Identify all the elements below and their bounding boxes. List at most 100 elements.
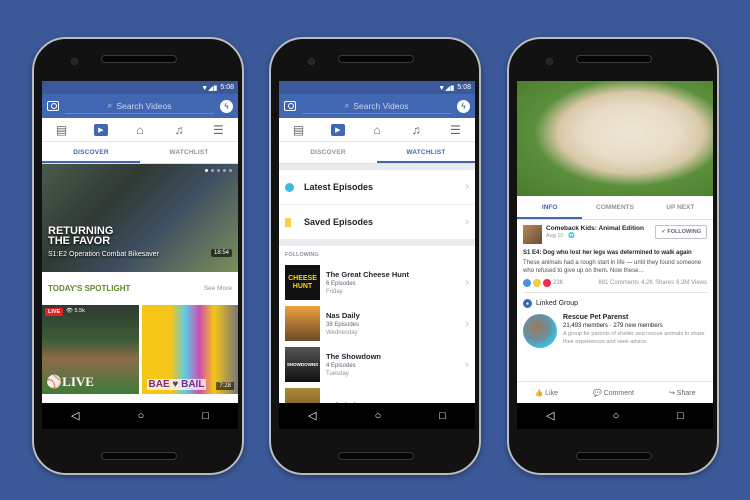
menu-icon[interactable]: ☰ xyxy=(211,123,225,137)
following-button[interactable]: ✓ FOLLOWING xyxy=(655,225,707,239)
show-art xyxy=(285,306,320,341)
marketplace-icon[interactable]: ⌂ xyxy=(133,123,147,137)
list-item[interactable]: CHEESE HUNT The Great Cheese Hunt 6 Episo… xyxy=(279,262,475,303)
tab-watchlist[interactable]: WATCHLIST xyxy=(140,142,238,163)
messenger-icon[interactable]: ϟ xyxy=(220,99,233,113)
recents-icon[interactable]: □ xyxy=(202,410,209,422)
phone-watchlist: ▼◢▮ 5:08 ⌕ Search Videos ϟ ▤ ▶ ⌂ ♫ ☰ DISCO… xyxy=(269,37,481,475)
feed-icon[interactable]: ▤ xyxy=(55,123,69,137)
page-name[interactable]: Comeback Kids: Animal Edition xyxy=(546,225,644,232)
tab-discover[interactable]: DISCOVER xyxy=(42,142,140,163)
back-icon[interactable]: ◁ xyxy=(308,410,316,422)
duration: 18:54 xyxy=(210,249,232,257)
camera-icon[interactable] xyxy=(284,101,296,111)
love-reaction-icon xyxy=(543,279,551,287)
comment-count[interactable]: 881 Comments xyxy=(598,280,639,286)
clock: 5:08 xyxy=(220,84,234,91)
android-nav: ◁ ○ □ xyxy=(42,403,238,429)
list-item[interactable]: Nas Daily 38 Episodes Wednesday › xyxy=(279,303,475,344)
video-player[interactable] xyxy=(517,81,713,196)
comment-button[interactable]: 💬 Comment xyxy=(593,389,634,397)
mlb-live-logo: ⚾LIVE xyxy=(46,374,94,389)
chevron-right-icon: › xyxy=(465,276,469,289)
chevron-right-icon: › xyxy=(465,216,469,228)
tab-discover[interactable]: DISCOVER xyxy=(279,142,377,163)
bell-icon[interactable]: ♫ xyxy=(409,123,423,137)
hero-video[interactable]: RETURNING THE FAVOR S1:E2 Operation Comba… xyxy=(42,164,238,272)
phone-video-info: INFO COMMENTS UP NEXT Comeback Kids: Ani… xyxy=(507,37,719,475)
clock: 5:08 xyxy=(457,84,471,91)
tab-up-next[interactable]: UP NEXT xyxy=(648,196,713,219)
video-description: These animals had a rough start in life … xyxy=(523,260,702,274)
phone-discover: ▼◢▮ 5:08 ⌕ Search Videos ϟ ▤ ▶ ⌂ ♫ ☰ DISCO… xyxy=(32,37,244,475)
tab-info[interactable]: INFO xyxy=(517,196,583,219)
linked-group-heading: Linked Group xyxy=(536,300,579,307)
duration: 7:28 xyxy=(216,382,234,390)
front-camera xyxy=(71,58,78,65)
nav-icons: ▤ ▶ ⌂ ♫ ☰ xyxy=(42,118,238,142)
reaction-count[interactable]: 23K xyxy=(553,280,564,286)
wow-reaction-icon xyxy=(533,279,541,287)
group-name: Rescue Pet Parenst xyxy=(563,314,629,321)
play-circle-icon xyxy=(285,182,294,192)
bell-icon[interactable]: ♫ xyxy=(172,123,186,137)
episode-title: S1:E2 Operation Combat Bikesaver xyxy=(48,251,159,258)
home-icon[interactable]: ○ xyxy=(138,410,145,422)
view-count: 👁 5.5k xyxy=(66,308,85,314)
android-nav: ◁ ○ □ xyxy=(279,403,475,429)
speaker xyxy=(576,452,652,460)
feed-icon[interactable]: ▤ xyxy=(292,123,306,137)
tab-watchlist[interactable]: WATCHLIST xyxy=(377,142,475,163)
back-icon[interactable]: ◁ xyxy=(546,410,554,422)
search-icon: ⌕ xyxy=(107,100,113,110)
app-bar: ⌕ Search Videos ϟ xyxy=(279,94,475,118)
show-title: RETURNING THE FAVOR xyxy=(48,225,114,247)
video-thumb[interactable]: LIVE 👁 5.5k ⚾LIVE xyxy=(42,305,139,394)
share-count[interactable]: 4.2K Shares xyxy=(641,280,674,286)
group-members: 21,493 members · 279 new members xyxy=(563,323,663,329)
tab-comments[interactable]: COMMENTS xyxy=(582,196,647,219)
spotlight-header: TODAY'S SPOTLIGHT See More xyxy=(42,272,238,305)
menu-icon[interactable]: ☰ xyxy=(448,123,462,137)
watch-icon[interactable]: ▶ xyxy=(93,123,108,136)
chevron-right-icon: › xyxy=(465,358,469,371)
post-actions: 👍 Like 💬 Comment ↪ Share xyxy=(517,381,713,403)
recents-icon[interactable]: □ xyxy=(677,410,684,422)
camera-icon[interactable] xyxy=(47,101,59,111)
saved-episodes-row[interactable]: Saved Episodes › xyxy=(279,205,475,240)
like-button[interactable]: 👍 Like xyxy=(534,389,558,397)
video-thumb[interactable]: BAE ♥ BAIL 7:28 xyxy=(141,305,238,394)
search-input[interactable]: ⌕ Search Videos xyxy=(65,98,214,114)
list-item[interactable]: Safari Live xyxy=(279,385,475,403)
screen: ▼◢▮ 5:08 ⌕ Search Videos ϟ ▤ ▶ ⌂ ♫ ☰ DISCO… xyxy=(42,81,238,403)
group-card[interactable]: Rescue Pet Parenst 21,493 members · 279 … xyxy=(523,314,707,348)
show-art xyxy=(285,388,320,403)
marketplace-icon[interactable]: ⌂ xyxy=(370,123,384,137)
see-more-link[interactable]: See More xyxy=(204,285,232,292)
share-button[interactable]: ↪ Share xyxy=(669,389,696,397)
screen: INFO COMMENTS UP NEXT Comeback Kids: Ani… xyxy=(517,81,713,403)
home-icon[interactable]: ○ xyxy=(613,410,620,422)
post-date: Aug 10 · 🌐 xyxy=(546,233,576,239)
back-icon[interactable]: ◁ xyxy=(71,410,79,422)
speaker xyxy=(338,452,414,460)
list-item[interactable]: SHOWDOWNS The Showdown 4 Episodes Tuesday … xyxy=(279,344,475,385)
search-icon: ⌕ xyxy=(344,100,350,110)
chevron-right-icon: › xyxy=(465,317,469,330)
home-icon[interactable]: ○ xyxy=(375,410,382,422)
front-camera xyxy=(546,58,553,65)
post: Comeback Kids: Animal Edition Aug 10 · 🌐… xyxy=(517,220,713,293)
bae-bail-logo: BAE ♥ BAIL xyxy=(146,379,207,390)
spotlight-thumbs: LIVE 👁 5.5k ⚾LIVE BAE ♥ BAIL 7:28 xyxy=(42,305,238,394)
linked-group: ● Linked Group Rescue Pet Parenst 21,493 … xyxy=(517,293,713,348)
tabs: DISCOVER WATCHLIST xyxy=(279,142,475,164)
messenger-icon[interactable]: ϟ xyxy=(457,99,470,113)
recents-icon[interactable]: □ xyxy=(439,410,446,422)
nav-icons: ▤ ▶ ⌂ ♫ ☰ xyxy=(279,118,475,142)
front-camera xyxy=(308,58,315,65)
watch-icon[interactable]: ▶ xyxy=(330,123,345,136)
search-input[interactable]: ⌕ Search Videos xyxy=(302,98,451,114)
show-art: SHOWDOWNS xyxy=(285,347,320,382)
latest-episodes-row[interactable]: Latest Episodes › xyxy=(279,170,475,205)
page-avatar[interactable] xyxy=(523,225,542,244)
